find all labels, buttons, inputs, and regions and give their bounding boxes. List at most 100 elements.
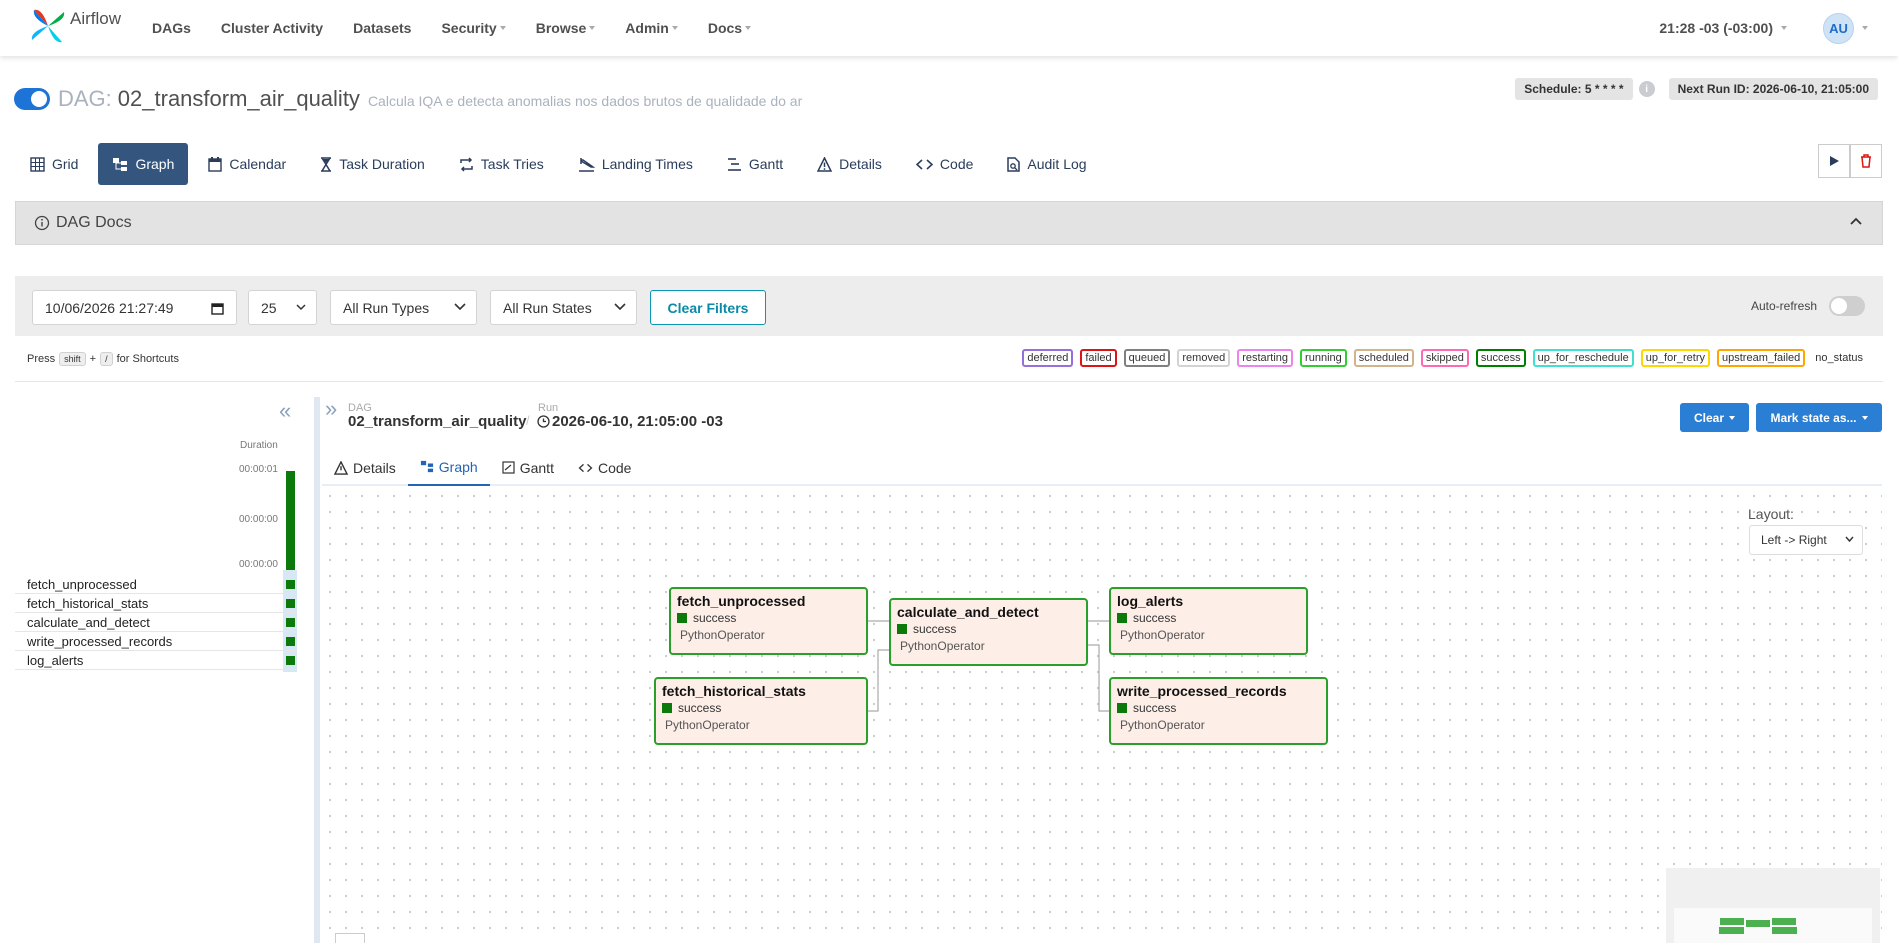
task-instance-cell[interactable] (286, 580, 295, 589)
auto-refresh-toggle[interactable] (1829, 296, 1865, 316)
task-node-fetch-historical-stats[interactable]: fetch_historical_stats success PythonOpe… (654, 677, 868, 745)
tab-grid[interactable]: Grid (16, 143, 92, 185)
graph-controls[interactable] (335, 933, 365, 943)
subtab-details[interactable]: Details (322, 449, 408, 486)
tab-audit-log[interactable]: Audit Log (993, 143, 1100, 185)
subtab-code[interactable]: Code (566, 449, 643, 486)
gantt-icon (502, 461, 515, 474)
nav-browse[interactable]: Browse (536, 20, 596, 36)
tab-landing-times[interactable]: Landing Times (564, 143, 707, 185)
chevron-down-icon (1729, 415, 1736, 420)
graph-canvas[interactable] (322, 488, 1882, 943)
tab-calendar[interactable]: Calendar (194, 143, 300, 185)
dag-docs-panel[interactable]: DAG Docs (15, 201, 1883, 245)
minimap-node (1772, 918, 1796, 925)
num-runs-select[interactable]: 25 (248, 290, 317, 325)
task-instance-cell[interactable] (286, 637, 295, 646)
status-square (1117, 703, 1127, 713)
status-square (662, 703, 672, 713)
legend-no-status[interactable]: no_status (1810, 349, 1868, 367)
run-state-select[interactable]: All Run States (490, 290, 637, 325)
nav-datasets[interactable]: Datasets (353, 20, 411, 36)
graph-minimap[interactable] (1666, 868, 1880, 943)
tab-gantt[interactable]: Gantt (713, 143, 797, 185)
legend-up-for-retry[interactable]: up_for_retry (1640, 349, 1711, 367)
nav-security[interactable]: Security (441, 20, 506, 36)
run-type-select[interactable]: All Run Types (330, 290, 477, 325)
breadcrumb-separator: / (526, 413, 530, 428)
brand[interactable]: Airflow (28, 6, 121, 46)
airflow-logo-icon (31, 9, 65, 43)
dag-description: Calcula IQA e detecta anomalias nos dado… (367, 93, 803, 109)
task-instance-cell[interactable] (286, 656, 295, 665)
tab-details[interactable]: Details (803, 143, 896, 185)
legend-skipped[interactable]: skipped (1420, 349, 1469, 367)
tab-code[interactable]: Code (902, 143, 987, 185)
legend-running[interactable]: running (1300, 349, 1347, 367)
status-square (1117, 613, 1127, 623)
mark-state-button[interactable]: Mark state as... (1756, 403, 1882, 432)
task-instance-cell[interactable] (286, 618, 295, 627)
timezone-clock[interactable]: 21:28 -03 (-03:00) (1659, 20, 1787, 36)
legend-deferred[interactable]: deferred (1022, 349, 1074, 367)
task-node-calculate-and-detect[interactable]: calculate_and_detect success PythonOpera… (889, 598, 1088, 666)
legend-up-for-reschedule[interactable]: up_for_reschedule (1532, 349, 1634, 367)
legend-restarting[interactable]: restarting (1237, 349, 1294, 367)
nav-dags[interactable]: DAGs (152, 20, 191, 36)
next-run-chip: Next Run ID: 2026-06-10, 21:05:00 (1668, 78, 1878, 100)
info-icon[interactable]: i (1638, 81, 1655, 97)
task-row[interactable]: calculate_and_detect (15, 613, 297, 632)
chevron-down-icon[interactable] (1862, 26, 1868, 30)
task-node-write-processed-records[interactable]: write_processed_records success PythonOp… (1109, 677, 1328, 745)
task-instance-cell[interactable] (286, 599, 295, 608)
run-duration-bar[interactable] (286, 471, 295, 571)
expand-panel-icon[interactable]: » (325, 396, 337, 422)
task-node-fetch-unprocessed[interactable]: fetch_unprocessed success PythonOperator (669, 587, 868, 655)
brand-name: Airflow (70, 9, 122, 28)
code-icon (578, 463, 593, 472)
breadcrumb-run-id[interactable]: 2026-06-10, 21:05:00 -03 (537, 413, 723, 430)
legend-queued[interactable]: queued (1123, 349, 1171, 367)
panel-resize-handle[interactable] (314, 397, 320, 943)
dag-title-row: DAG: 02_transform_air_quality Calcula IQ… (14, 86, 802, 112)
subtab-gantt[interactable]: Gantt (490, 449, 566, 486)
breadcrumb-dag-id[interactable]: 02_transform_air_quality (348, 413, 526, 430)
delete-dag-button[interactable] (1850, 144, 1882, 178)
chevron-down-icon (614, 303, 626, 311)
duration-tick: 00:00:00 (239, 514, 278, 525)
tab-graph[interactable]: Graph (98, 143, 189, 185)
legend-success[interactable]: success (1475, 349, 1526, 367)
subtab-graph[interactable]: Graph (407, 449, 490, 486)
clear-filters-button[interactable]: Clear Filters (650, 290, 766, 325)
calendar-icon (211, 303, 224, 315)
legend-failed[interactable]: failed (1080, 349, 1117, 367)
legend-scheduled[interactable]: scheduled (1353, 349, 1414, 367)
schedule-chip: Schedule: 5 * * * * (1515, 78, 1633, 100)
tab-task-tries[interactable]: Task Tries (445, 143, 558, 185)
tab-task-duration[interactable]: Task Duration (306, 143, 439, 185)
nav-docs[interactable]: Docs (708, 20, 752, 36)
status-square (677, 613, 687, 623)
base-date-input[interactable]: 10/06/2026 21:27:49 (32, 290, 237, 325)
chevron-down-icon (589, 26, 596, 30)
chevron-down-icon (1861, 415, 1868, 420)
task-row[interactable]: write_processed_records (15, 632, 297, 651)
graph-icon (113, 157, 128, 171)
trash-icon (1861, 154, 1871, 168)
task-node-log-alerts[interactable]: log_alerts success PythonOperator (1109, 587, 1308, 655)
task-row[interactable]: fetch_unprocessed (15, 575, 297, 594)
task-row[interactable]: fetch_historical_stats (15, 594, 297, 613)
legend-removed[interactable]: removed (1177, 349, 1231, 367)
task-row[interactable]: log_alerts (15, 651, 297, 670)
nav-admin[interactable]: Admin (625, 20, 678, 36)
dag-info-chips: Schedule: 5 * * * * i Next Run ID: 2026-… (1515, 78, 1878, 100)
legend-upstream-failed[interactable]: upstream_failed (1717, 349, 1806, 367)
code-icon (915, 158, 933, 170)
nav-cluster-activity[interactable]: Cluster Activity (221, 20, 323, 36)
trigger-dag-button[interactable] (1818, 144, 1850, 178)
clear-task-button[interactable]: Clear (1680, 403, 1749, 432)
collapse-panel-icon[interactable]: « (279, 398, 291, 424)
user-avatar[interactable]: AU (1823, 12, 1854, 44)
layout-select[interactable]: Left -> Right (1749, 525, 1863, 555)
dag-pause-toggle[interactable] (14, 88, 50, 110)
